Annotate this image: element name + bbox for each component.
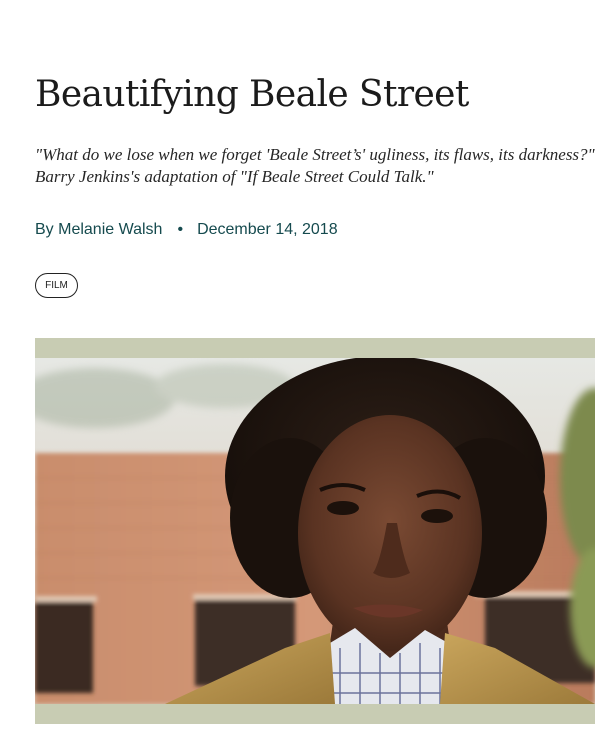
article: Beautifying Beale Street "What do we los… [35,0,595,730]
hero-image-frame [35,338,595,724]
hero-image[interactable] [35,358,595,704]
category-tag-film[interactable]: FILM [35,273,78,298]
article-dek: "What do we lose when we forget 'Beale S… [35,145,595,186]
byline: By Melanie Walsh • December 14, 2018 [35,220,338,240]
author-link[interactable]: By Melanie Walsh [35,221,162,238]
portrait-photo [35,358,595,704]
article-title: Beautifying Beale Street [35,74,469,115]
byline-separator: • [177,221,184,238]
publish-date: December 14, 2018 [197,221,338,238]
